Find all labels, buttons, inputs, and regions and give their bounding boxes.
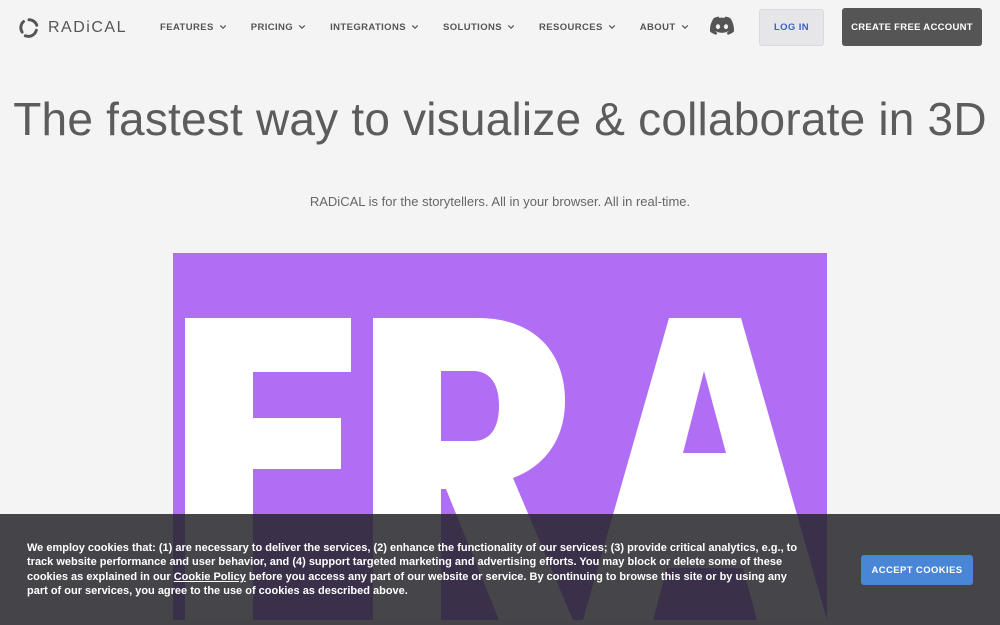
nav-item-integrations[interactable]: INTEGRATIONS — [330, 20, 419, 34]
hero-title: The fastest way to visualize & collabora… — [13, 93, 987, 145]
main-menu: FEATURES PRICING INTEGRATIONS SOLUTIONS … — [160, 20, 713, 34]
cookie-policy-link[interactable]: Cookie Policy — [174, 571, 246, 583]
top-navigation: RADiCAL FEATURES PRICING INTEGRATIONS SO… — [0, 0, 1000, 56]
nav-item-label: INTEGRATIONS — [330, 21, 406, 33]
discord-icon[interactable] — [710, 16, 734, 36]
nav-item-features[interactable]: FEATURES — [160, 20, 227, 34]
brand-logo[interactable]: RADiCAL — [18, 17, 127, 39]
cookie-banner: We employ cookies that: (1) are necessar… — [0, 514, 1000, 625]
accept-cookies-button[interactable]: ACCEPT COOKIES — [861, 555, 973, 585]
create-account-button[interactable]: CREATE FREE ACCOUNT — [842, 8, 982, 46]
login-button[interactable]: LOG IN — [759, 9, 824, 46]
chevron-down-icon — [298, 24, 306, 30]
nav-item-label: RESOURCES — [539, 21, 603, 33]
nav-item-label: SOLUTIONS — [442, 21, 502, 33]
chevron-down-icon — [219, 24, 226, 30]
nav-item-solutions[interactable]: SOLUTIONS — [443, 20, 515, 34]
nav-item-pricing[interactable]: PRICING — [251, 20, 306, 34]
cookie-message: We employ cookies that: (1) are necessar… — [27, 541, 807, 598]
nav-item-label: FEATURES — [160, 21, 214, 33]
chevron-down-icon — [608, 24, 616, 30]
nav-item-resources[interactable]: RESOURCES — [539, 20, 616, 34]
chevron-down-icon — [411, 24, 419, 30]
nav-item-label: ABOUT — [639, 21, 676, 33]
chevron-down-icon — [507, 24, 515, 30]
nav-item-label: PRICING — [250, 21, 294, 33]
brand-name: RADiCAL — [48, 19, 127, 36]
radical-logo-icon — [19, 18, 39, 38]
nav-item-about[interactable]: ABOUT — [640, 20, 689, 34]
chevron-down-icon — [681, 24, 688, 30]
hero-subtitle: RADiCAL is for the storytellers. All in … — [309, 194, 691, 209]
